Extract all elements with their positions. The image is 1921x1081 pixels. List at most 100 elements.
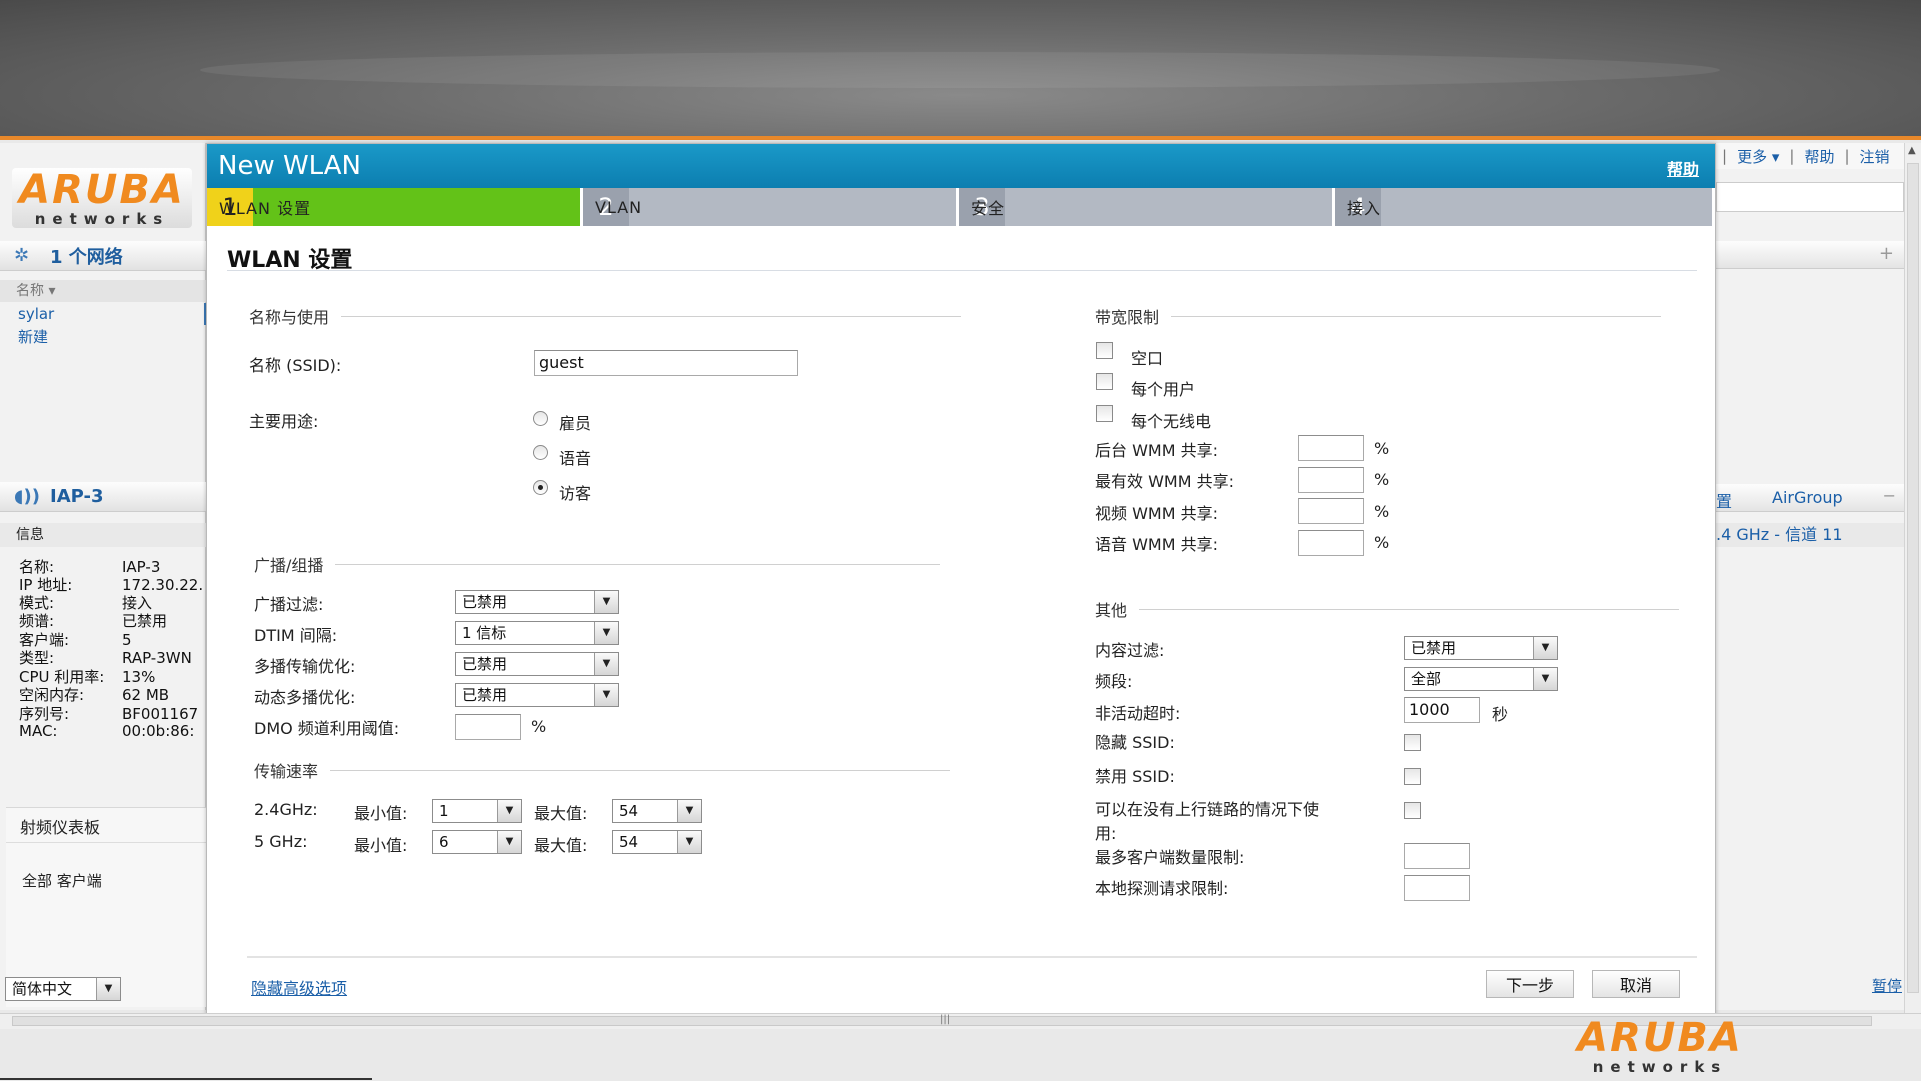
dmo-label: DMO 频道利用阈值: [254, 719, 400, 738]
help-link[interactable]: 帮助 [1804, 146, 1834, 167]
ssid-input[interactable]: guest [534, 350, 798, 376]
usage-option-guest: 访客 [559, 484, 592, 503]
right-panel: + 置 AirGroup − .4 GHz - 信道 11 暂停 [1716, 143, 1904, 1010]
airgroup-tab[interactable]: AirGroup [1772, 488, 1843, 507]
video-wmm-input[interactable] [1298, 498, 1364, 524]
band24-max-select[interactable]: 54 ▼ [612, 799, 702, 823]
video-wmm-label: 视频 WMM 共享: [1095, 504, 1218, 523]
vertical-scrollbar[interactable]: ▲ [1904, 143, 1921, 1013]
voice-wmm-input[interactable] [1298, 530, 1364, 556]
all-clients-link[interactable]: 全部 客户端 [22, 870, 102, 891]
info-row: MAC: 00:0b:86: [19, 722, 195, 740]
left-panel: ARUBA networks ✲ 1 个网络 名称 ▾ sylar 新建 ◖))… [0, 143, 206, 1010]
ssid-label: 名称 (SSID): [249, 356, 342, 375]
chevron-down-icon: ▼ [594, 684, 618, 706]
step-access[interactable]: 4 接入 [1335, 188, 1715, 226]
dialog-help-link[interactable]: 帮助 [1667, 156, 1699, 180]
rf-dashboard-title: 射频仪表板 [20, 818, 101, 837]
airtime-checkbox[interactable] [1096, 342, 1113, 359]
content-filter-select[interactable]: 已禁用 ▼ [1404, 636, 1558, 660]
band24-min-label: 最小值: [354, 804, 408, 823]
info-row: 序列号: BF001167 [19, 705, 199, 723]
disable-ssid-checkbox[interactable] [1404, 768, 1421, 785]
section-rates: 传输速率 [254, 758, 951, 782]
name-column-header[interactable]: 名称 ▾ [0, 280, 206, 302]
usage-radio-guest[interactable] [533, 480, 548, 495]
minus-icon[interactable]: − [1883, 486, 1896, 505]
more-menu[interactable]: 更多 ▾ [1737, 146, 1779, 167]
step-wlan-settings[interactable]: 1 WLAN 设置 [207, 188, 583, 226]
dtim-select[interactable]: 1 信标 ▼ [455, 621, 619, 645]
inactivity-label: 非活动超时: [1095, 704, 1181, 723]
plus-icon[interactable]: + [1879, 243, 1894, 264]
screen: ARUBA networks ✲ 1 个网络 名称 ▾ sylar 新建 ◖))… [0, 0, 1921, 1081]
band24-max-label: 最大值: [534, 804, 588, 823]
airtime-label: 空口 [1131, 349, 1164, 368]
usage-option-employee: 雇员 [559, 414, 592, 433]
cancel-button[interactable]: 取消 [1592, 970, 1680, 998]
info-row: 类型: RAP-3WN [19, 649, 192, 667]
multicast-opt-select[interactable]: 已禁用 ▼ [455, 652, 619, 676]
next-button[interactable]: 下一步 [1486, 970, 1574, 998]
band5-max-select[interactable]: 54 ▼ [612, 830, 702, 854]
section-name-usage: 名称与使用 [249, 304, 962, 328]
per-radio-checkbox[interactable] [1096, 405, 1113, 422]
ap-header[interactable]: ◖)) IAP-3 [0, 482, 206, 512]
band24-min-select[interactable]: 1 ▼ [432, 799, 522, 823]
band5-min-select[interactable]: 6 ▼ [432, 830, 522, 854]
no-uplink-checkbox[interactable] [1404, 802, 1421, 819]
be-wmm-label: 最有效 WMM 共享: [1095, 472, 1234, 491]
info-header[interactable]: 信息 [0, 523, 206, 547]
chevron-down-icon: ▼ [677, 831, 701, 853]
section-bandwidth: 带宽限制 [1095, 304, 1662, 328]
pause-link[interactable]: 暂停 [1872, 975, 1902, 996]
inactivity-input[interactable]: 1000 [1404, 697, 1480, 723]
inactivity-unit: 秒 [1492, 705, 1509, 724]
hide-ssid-checkbox[interactable] [1404, 734, 1421, 751]
dmo-percent: % [531, 717, 547, 736]
chevron-down-icon: ▼ [497, 800, 521, 822]
usage-radio-voice[interactable] [533, 445, 548, 460]
hide-ssid-label: 隐藏 SSID: [1095, 733, 1175, 752]
bg-wmm-input[interactable] [1298, 435, 1364, 461]
max-clients-input[interactable] [1404, 843, 1470, 869]
broadcast-filter-select[interactable]: 已禁用 ▼ [455, 590, 619, 614]
step-security[interactable]: 3 安全 [959, 188, 1335, 226]
scroll-grip-icon: ||| [940, 1014, 951, 1025]
per-user-label: 每个用户 [1131, 380, 1196, 399]
chevron-down-icon: ▼ [497, 831, 521, 853]
networks-title: 1 个网络 [50, 246, 123, 268]
network-item-new[interactable]: 新建 [18, 326, 48, 347]
channel-label: .4 GHz - 信道 11 [1716, 523, 1904, 547]
language-select[interactable]: 简体中文 ▼ [5, 977, 121, 1001]
step-vlan[interactable]: 2 VLAN [583, 188, 959, 226]
chevron-down-icon: ▼ [1533, 668, 1557, 690]
band-label: 频段: [1095, 672, 1133, 691]
bg-wmm-percent: % [1374, 439, 1390, 458]
chevron-down-icon: ▼ [96, 978, 120, 1000]
logout-link[interactable]: 注销 [1860, 146, 1890, 167]
right-search-strip [1716, 182, 1904, 212]
dynamic-multicast-select[interactable]: 已禁用 ▼ [455, 683, 619, 707]
dmo-input[interactable] [455, 714, 521, 740]
no-uplink-label: 可以在没有上行链路的情况下使 用: [1095, 800, 1320, 843]
footer-aruba-logo: ARUBA networks [1577, 1015, 1743, 1076]
scroll-up-icon[interactable]: ▲ [1908, 145, 1916, 156]
be-wmm-input[interactable] [1298, 467, 1364, 493]
dialog-title: New WLAN [207, 144, 1715, 188]
hide-advanced-link[interactable]: 隐藏高级选项 [251, 975, 347, 999]
band-select[interactable]: 全部 ▼ [1404, 667, 1558, 691]
chevron-down-icon: ▼ [594, 591, 618, 613]
networks-header[interactable]: ✲ 1 个网络 [0, 241, 206, 271]
content-filter-label: 内容过滤: [1095, 641, 1165, 660]
network-item-sylar[interactable]: sylar [18, 305, 54, 323]
info-row: 频谱: 已禁用 [19, 612, 168, 630]
top-banner [0, 0, 1921, 140]
info-row: 空闲内存: 62 MB [19, 686, 170, 704]
per-user-checkbox[interactable] [1096, 373, 1113, 390]
per-radio-label: 每个无线电 [1131, 412, 1212, 431]
settings-tab[interactable]: 置 [1716, 488, 1732, 512]
usage-option-voice: 语音 [559, 449, 592, 468]
probe-limit-input[interactable] [1404, 875, 1470, 901]
usage-radio-employee[interactable] [533, 411, 548, 426]
